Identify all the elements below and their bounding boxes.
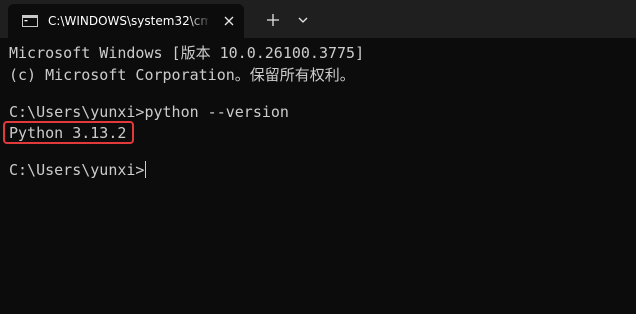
tab-cmd[interactable]: C:\WINDOWS\system32\cmd.exe — [8, 4, 244, 38]
chevron-down-icon[interactable] — [292, 9, 314, 31]
tab-title-fade — [188, 10, 212, 32]
highlight-box — [3, 121, 134, 144]
terminal-output[interactable]: Microsoft Windows [版本 10.0.26100.3775] (… — [0, 38, 636, 314]
close-icon[interactable] — [221, 13, 237, 29]
terminal-icon — [22, 15, 38, 27]
tab-bar: C:\WINDOWS\system32\cmd.exe — [0, 0, 636, 38]
plus-icon[interactable] — [262, 9, 284, 31]
tab-title: C:\WINDOWS\system32\cmd.exe — [48, 14, 208, 28]
terminal-window: C:\WINDOWS\system32\cmd.exe Microsoft Wi… — [0, 0, 636, 314]
copyright-line: (c) Microsoft Corporation。保留所有权利。 — [9, 66, 355, 84]
prompt-line[interactable]: C:\Users\yunxi> — [9, 158, 147, 182]
prompt-text: C:\Users\yunxi> — [9, 161, 145, 179]
text-cursor — [145, 161, 147, 178]
version-line: Microsoft Windows [版本 10.0.26100.3775] — [9, 44, 365, 62]
